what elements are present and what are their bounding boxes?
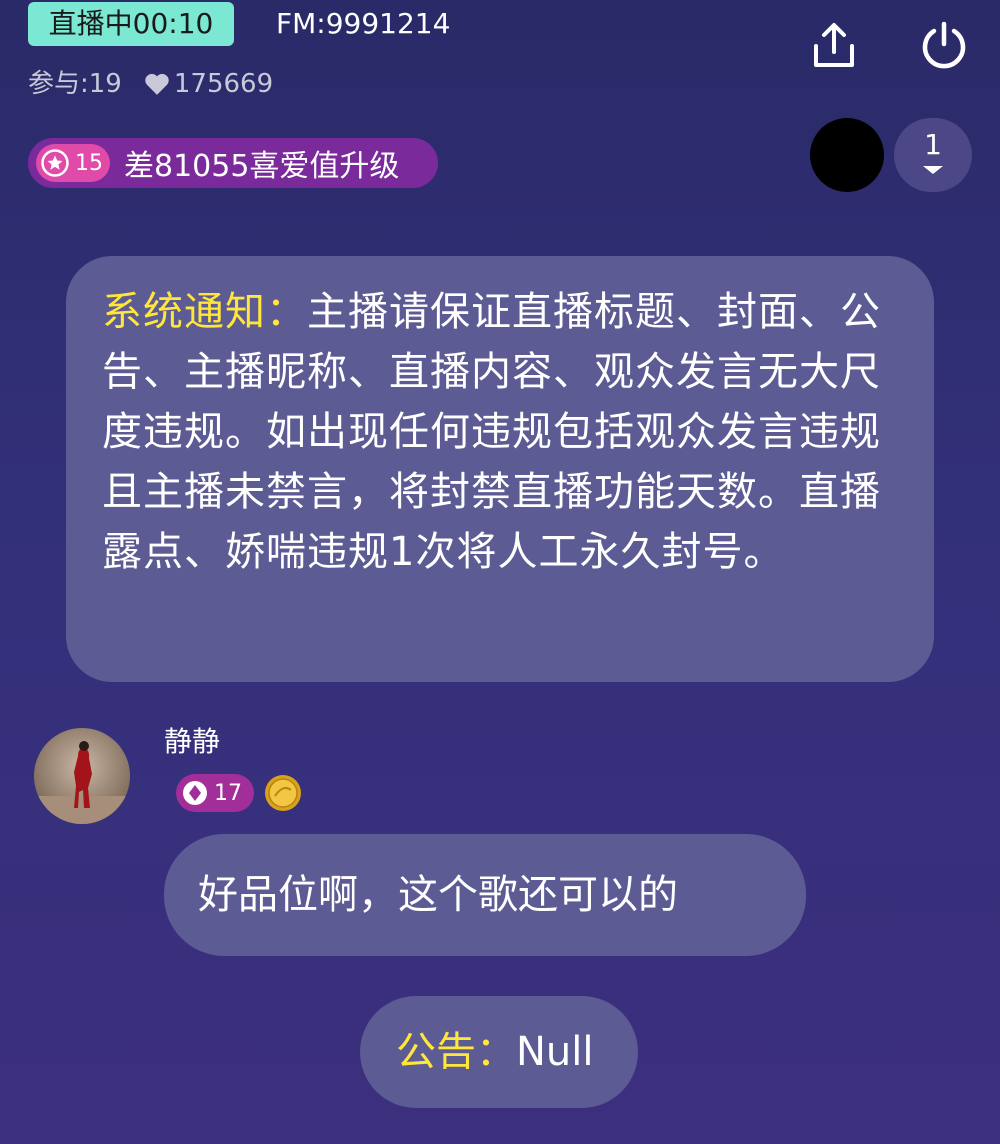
caret-down-icon bbox=[923, 166, 943, 174]
system-notice: 系统通知：主播请保证直播标题、封面、公告、主播昵称、直播内容、观众发言无大尺度违… bbox=[66, 256, 934, 682]
online-count-button[interactable]: 1 bbox=[894, 118, 972, 192]
likes-count: 175669 bbox=[173, 69, 274, 99]
participants-count: 参与:19 bbox=[28, 69, 122, 99]
gold-medal-icon bbox=[265, 775, 301, 811]
level-number: 15 bbox=[75, 150, 103, 176]
announcement-bubble: 公告：Null bbox=[360, 996, 638, 1108]
upgrade-text: 差81055喜爱值升级 bbox=[124, 149, 400, 184]
share-button[interactable] bbox=[804, 16, 864, 76]
notice-label: 系统通知： bbox=[102, 289, 307, 335]
power-icon bbox=[922, 21, 966, 69]
online-count: 1 bbox=[924, 128, 942, 161]
heart-icon bbox=[145, 73, 169, 95]
level-badge: 15 bbox=[36, 144, 110, 182]
fm-number: FM:9991214 bbox=[276, 7, 451, 40]
star-icon bbox=[41, 149, 69, 177]
vip-level-badge: 17 bbox=[176, 774, 254, 812]
vip-level-number: 17 bbox=[214, 780, 242, 806]
chat-username[interactable]: 静静 bbox=[164, 722, 220, 762]
avatar-photo bbox=[34, 728, 130, 824]
announcement-text: 公告：Null bbox=[396, 996, 594, 1108]
level-upgrade-pill[interactable]: 15 差81055喜爱值升级 bbox=[28, 138, 438, 188]
room-stats: 参与:19 175669 bbox=[28, 66, 273, 102]
notice-text: 系统通知：主播请保证直播标题、封面、公告、主播昵称、直播内容、观众发言无大尺度违… bbox=[102, 282, 902, 582]
share-icon bbox=[814, 23, 854, 67]
user-avatar[interactable] bbox=[34, 728, 130, 824]
chat-message-text: 好品位啊，这个歌还可以的 bbox=[198, 872, 678, 918]
announcement-value: Null bbox=[516, 1029, 594, 1075]
host-avatar[interactable] bbox=[810, 118, 884, 192]
chat-message-bubble: 好品位啊，这个歌还可以的 bbox=[164, 834, 806, 956]
diamond-icon bbox=[183, 781, 207, 805]
power-button[interactable] bbox=[914, 16, 974, 76]
live-status-badge: 直播中00:10 bbox=[28, 2, 234, 46]
announcement-label: 公告： bbox=[396, 1029, 516, 1075]
